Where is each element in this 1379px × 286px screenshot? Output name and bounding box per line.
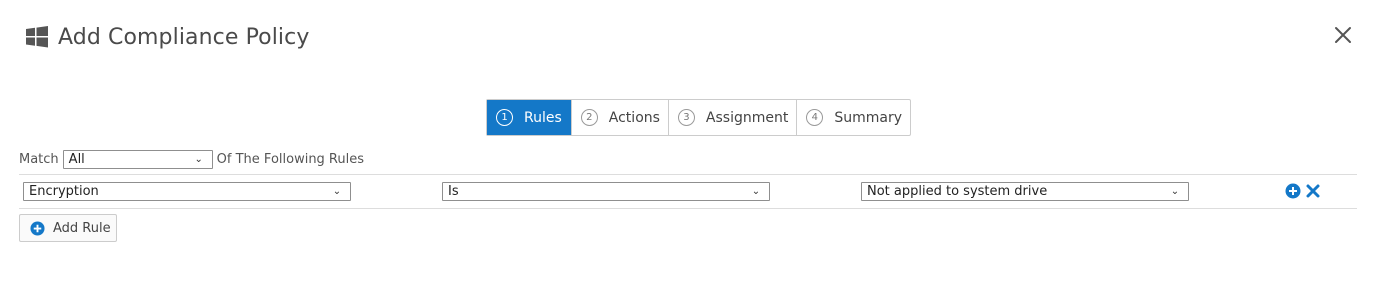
chevron-down-icon: ⌄ [194, 154, 203, 165]
rule-field-value: Encryption [29, 184, 99, 199]
x-icon[interactable] [1305, 183, 1321, 199]
rule-value-value: Not applied to system drive [867, 184, 1048, 199]
divider [19, 208, 1357, 209]
plus-circle-icon[interactable] [1285, 183, 1301, 199]
rule-value-select[interactable]: Not applied to system drive ⌄ [861, 182, 1189, 201]
match-select-value: All [68, 152, 85, 167]
step-label: Actions [608, 109, 660, 126]
step-summary[interactable]: 4 Summary [796, 100, 910, 135]
step-assignment[interactable]: 3 Assignment [667, 100, 796, 135]
dialog-title: Add Compliance Policy [58, 24, 310, 50]
step-label: Summary [834, 109, 903, 126]
chevron-down-icon: ⌄ [332, 186, 342, 197]
match-label: Match [19, 152, 59, 167]
match-row: Match All ⌄ Of The Following Rules [19, 149, 364, 170]
chevron-down-icon: ⌄ [751, 186, 761, 197]
chevron-down-icon: ⌄ [1170, 186, 1180, 197]
step-label: Rules [524, 109, 562, 126]
windows-logo-icon [25, 25, 49, 49]
wizard-steps: 1 Rules 2 Actions 3 Assignment 4 Summary [486, 99, 912, 136]
rule-operator-value: Is [448, 184, 459, 199]
add-rule-label: Add Rule [53, 220, 111, 236]
rule-operator-select[interactable]: Is ⌄ [442, 182, 770, 201]
step-number: 1 [496, 109, 513, 126]
match-suffix-label: Of The Following Rules [216, 152, 365, 167]
step-number: 3 [677, 109, 695, 126]
rule-field-select[interactable]: Encryption ⌄ [23, 182, 351, 201]
add-rule-button[interactable]: Add Rule [19, 214, 117, 242]
match-select[interactable]: All ⌄ [62, 150, 213, 169]
rule-row: Encryption ⌄ Is ⌄ Not applied to system … [19, 175, 1357, 208]
step-actions[interactable]: 2 Actions [570, 100, 668, 135]
plus-circle-icon [30, 220, 45, 236]
close-icon[interactable] [1332, 24, 1354, 46]
step-rules[interactable]: 1 Rules [487, 100, 571, 135]
step-label: Assignment [705, 109, 789, 126]
step-number: 4 [806, 109, 824, 126]
dialog-header: Add Compliance Policy [25, 22, 309, 52]
add-compliance-policy-dialog: Add Compliance Policy 1 Rules 2 Actions … [0, 0, 1379, 286]
step-number: 2 [580, 109, 598, 126]
